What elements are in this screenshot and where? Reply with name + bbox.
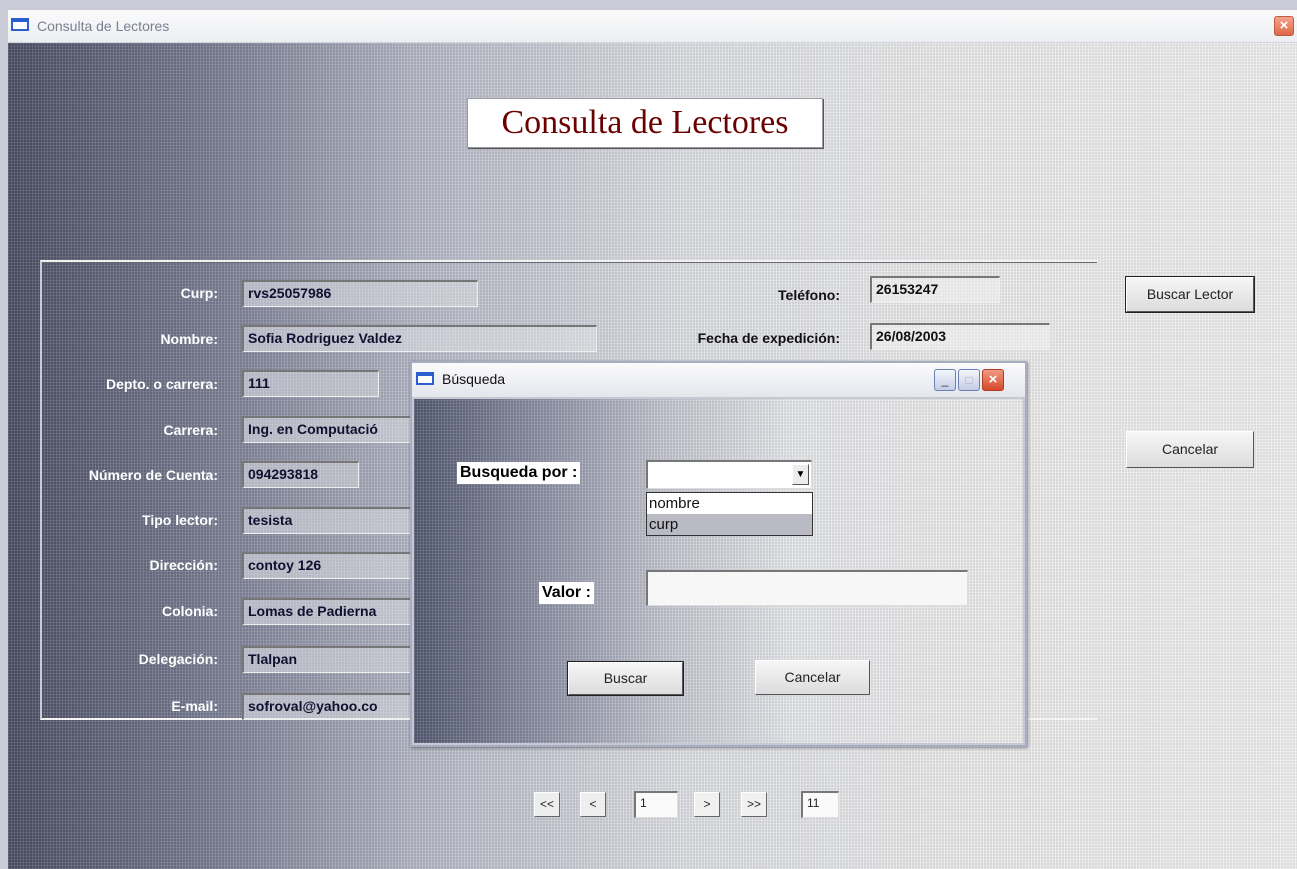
tipo-lector-field[interactable]: tesista bbox=[242, 507, 412, 534]
dialog-title: Búsqueda bbox=[442, 371, 506, 387]
busqueda-por-select[interactable]: ▼ bbox=[646, 460, 812, 489]
carrera-field[interactable]: Ing. en Computació bbox=[242, 416, 412, 443]
busqueda-por-dropdown: nombre curp bbox=[646, 492, 813, 536]
dialog-body: Busqueda por : ▼ nombre curp Valor : Bus… bbox=[414, 399, 1023, 743]
dialog-close-icon[interactable]: × bbox=[982, 369, 1004, 391]
cancelar-button[interactable]: Cancelar bbox=[1126, 431, 1254, 468]
busqueda-por-label: Busqueda por : bbox=[457, 462, 581, 484]
colonia-field[interactable]: Lomas de Padierna bbox=[242, 598, 412, 625]
option-curp[interactable]: curp bbox=[647, 514, 812, 535]
email-field[interactable]: sofroval@yahoo.co bbox=[242, 693, 412, 720]
last-record-button[interactable]: >> bbox=[741, 792, 767, 817]
direccion-field[interactable]: contoy 126 bbox=[242, 552, 412, 579]
first-record-button[interactable]: << bbox=[534, 792, 560, 817]
search-dialog: Búsqueda _ □ × Busqueda por : ▼ nombre c… bbox=[410, 361, 1027, 747]
direccion-label: Dirección: bbox=[149, 557, 218, 573]
prev-record-button[interactable]: < bbox=[580, 792, 606, 817]
fecha-expedicion-field[interactable]: 26/08/2003 bbox=[870, 323, 1050, 350]
window-icon bbox=[11, 18, 29, 31]
page-title: Consulta de Lectores bbox=[467, 98, 823, 148]
current-record-field[interactable]: 1 bbox=[634, 791, 678, 818]
minimize-icon[interactable]: _ bbox=[934, 369, 956, 391]
app-window: Consulta de Lectores × Consulta de Lecto… bbox=[0, 0, 1297, 869]
depto-field[interactable]: 111 bbox=[242, 370, 379, 397]
total-records-field: 11 bbox=[801, 791, 839, 818]
chevron-down-icon[interactable]: ▼ bbox=[792, 464, 809, 485]
curp-field[interactable]: rvs25057986 bbox=[242, 280, 478, 307]
next-record-button[interactable]: > bbox=[694, 792, 720, 817]
dialog-window-icon bbox=[416, 372, 434, 385]
nombre-label: Nombre: bbox=[160, 331, 218, 347]
tipo-lector-label: Tipo lector: bbox=[142, 512, 218, 528]
valor-input[interactable] bbox=[646, 570, 968, 606]
telefono-field[interactable]: 26153247 bbox=[870, 276, 1000, 303]
maximize-icon[interactable]: □ bbox=[958, 369, 980, 391]
telefono-label: Teléfono: bbox=[778, 287, 840, 303]
buscar-lector-button[interactable]: Buscar Lector bbox=[1125, 276, 1255, 313]
numero-cuenta-label: Número de Cuenta: bbox=[88, 467, 218, 483]
window-title: Consulta de Lectores bbox=[37, 18, 170, 34]
buscar-button[interactable]: Buscar bbox=[567, 661, 684, 696]
nombre-field[interactable]: Sofia Rodriguez Valdez bbox=[242, 325, 597, 352]
dialog-cancelar-button[interactable]: Cancelar bbox=[755, 660, 870, 695]
delegacion-field[interactable]: Tlalpan bbox=[242, 646, 412, 673]
dialog-titlebar: Búsqueda _ □ × bbox=[412, 363, 1025, 397]
carrera-label: Carrera: bbox=[163, 422, 218, 438]
window-titlebar: Consulta de Lectores × bbox=[8, 10, 1297, 43]
option-nombre[interactable]: nombre bbox=[647, 493, 812, 514]
numero-cuenta-field[interactable]: 094293818 bbox=[242, 461, 359, 488]
colonia-label: Colonia: bbox=[162, 603, 218, 619]
curp-label: Curp: bbox=[180, 285, 218, 301]
close-icon[interactable]: × bbox=[1274, 16, 1294, 36]
valor-label: Valor : bbox=[539, 582, 594, 604]
email-label: E-mail: bbox=[171, 698, 218, 714]
fecha-expedicion-label: Fecha de expedición: bbox=[697, 330, 840, 346]
delegacion-label: Delegación: bbox=[138, 651, 218, 667]
depto-label: Depto. o carrera: bbox=[105, 376, 218, 392]
